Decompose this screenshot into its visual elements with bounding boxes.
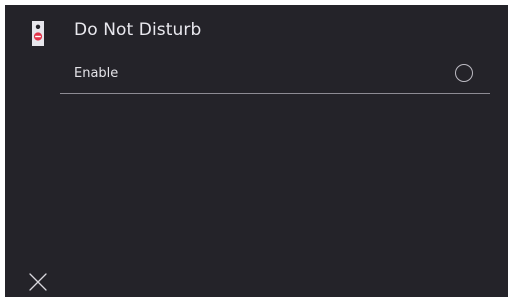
close-button[interactable] <box>21 267 55 295</box>
close-icon <box>29 273 47 291</box>
dnd-screen: Do Not Disturb Enable <box>5 5 508 297</box>
enable-radio-button[interactable] <box>455 64 473 82</box>
page-title: Do Not Disturb <box>74 20 202 40</box>
enable-label: Enable <box>74 66 119 81</box>
enable-setting-row[interactable]: Enable <box>60 57 490 94</box>
door-hanger-sign-icon <box>29 21 47 47</box>
